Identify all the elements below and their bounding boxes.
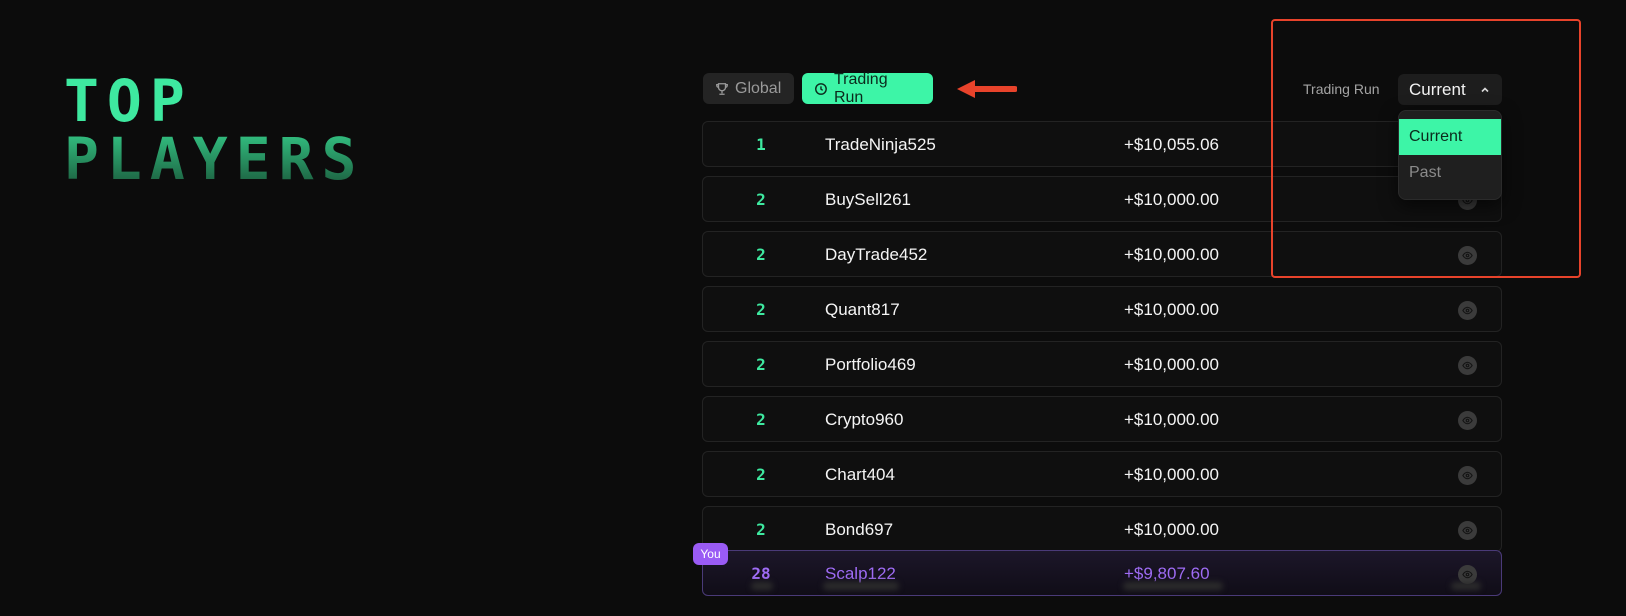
blurred-content [1123, 582, 1223, 590]
chevron-up-icon [1481, 86, 1489, 92]
view-portfolio-button[interactable] [1458, 301, 1477, 320]
rank: 28 [751, 564, 771, 583]
table-row: 2 Quant817 +$10,000.00 [702, 286, 1502, 332]
player-name: Chart404 [825, 465, 895, 484]
player-gain: +$10,000.00 [1124, 410, 1220, 429]
view-portfolio-button[interactable] [1458, 411, 1477, 430]
table-row: 2 DayTrade452 +$10,000.00 [702, 231, 1502, 277]
player-gain: +$10,000.00 [1124, 300, 1220, 319]
view-portfolio-button[interactable] [1458, 246, 1477, 265]
table-row: 2 Bond697 +$10,000.00 [702, 506, 1502, 552]
player-name: Scalp122 [825, 564, 896, 583]
player-name: TradeNinja525 [825, 135, 936, 154]
table-row: 2 Crypto960 +$10,000.00 [702, 396, 1502, 442]
eye-icon [1462, 361, 1473, 370]
player-gain: +$10,000.00 [1124, 465, 1220, 484]
eye-icon [1462, 526, 1473, 535]
eye-icon [1462, 251, 1473, 260]
blurred-content [1451, 582, 1481, 590]
player-name: Portfolio469 [825, 355, 916, 374]
player-gain: +$10,000.00 [1124, 355, 1220, 374]
rank: 2 [756, 190, 766, 209]
filter-label: Trading Run [1303, 81, 1380, 97]
rank: 2 [756, 520, 766, 539]
tab-trading-run[interactable]: Trading Run [802, 70, 933, 106]
eye-icon [1462, 306, 1473, 315]
page-title-line2: PLAYERS [64, 125, 365, 193]
rank: 1 [756, 135, 766, 154]
option-past[interactable]: Past [1399, 155, 1501, 191]
trophy-icon [716, 82, 728, 95]
rank: 2 [756, 300, 766, 319]
player-gain: +$10,000.00 [1124, 190, 1220, 209]
rank: 2 [756, 245, 766, 264]
table-row: 1 TradeNinja525 +$10,055.06 [702, 121, 1502, 167]
clock-icon [815, 82, 827, 95]
current-user-row: 28 Scalp122 +$9,807.60 [702, 550, 1502, 596]
tab-global-label: Global [735, 79, 782, 97]
player-name: BuySell261 [825, 190, 912, 209]
view-tabs: Global Trading Run [703, 70, 933, 106]
player-name: Bond697 [825, 520, 894, 539]
table-row: 2 BuySell261 +$10,000.00 [702, 176, 1502, 222]
view-portfolio-button[interactable] [1458, 356, 1477, 375]
player-name: Crypto960 [825, 410, 904, 429]
table-row: 2 Chart404 +$10,000.00 [702, 451, 1502, 497]
rank: 2 [756, 465, 766, 484]
tab-global[interactable]: Global [703, 73, 794, 104]
blurred-content [751, 582, 773, 590]
eye-icon [1462, 471, 1473, 480]
view-portfolio-button[interactable] [1458, 466, 1477, 485]
player-gain: +$10,000.00 [1124, 245, 1220, 264]
option-current[interactable]: Current [1399, 119, 1501, 155]
view-portfolio-button[interactable] [1458, 521, 1477, 540]
player-gain: +$9,807.60 [1124, 564, 1210, 583]
player-name: DayTrade452 [825, 245, 928, 264]
rank: 2 [756, 355, 766, 374]
blurred-content [823, 582, 899, 590]
page-title: TOP PLAYERS [64, 72, 364, 188]
trading-run-select[interactable]: Current [1398, 74, 1502, 105]
trading-run-select-value: Current [1409, 79, 1466, 99]
player-gain: +$10,055.06 [1124, 135, 1220, 154]
you-badge: You [693, 543, 728, 565]
eye-icon [1462, 570, 1473, 579]
player-name: Quant817 [825, 300, 900, 319]
trading-run-dropdown: Current Past [1398, 110, 1502, 200]
table-row: 2 Portfolio469 +$10,000.00 [702, 341, 1502, 387]
annotation-arrow-icon [957, 80, 1017, 98]
player-gain: +$10,000.00 [1124, 520, 1220, 539]
page-title-line1: TOP [64, 67, 193, 135]
eye-icon [1462, 416, 1473, 425]
tab-trading-run-label: Trading Run [833, 70, 888, 106]
rank: 2 [756, 410, 766, 429]
